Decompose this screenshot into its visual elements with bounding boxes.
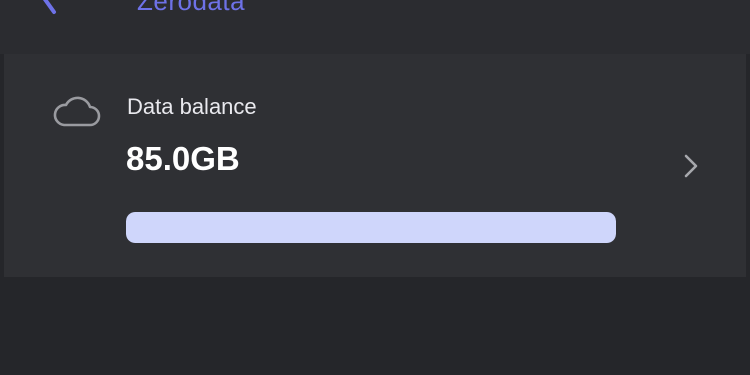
data-balance-label: Data balance bbox=[127, 94, 257, 119]
cloud-icon bbox=[53, 96, 101, 127]
data-progress-bar bbox=[126, 212, 616, 243]
chevron-left-icon bbox=[42, 0, 56, 14]
page-title: Zerodata bbox=[137, 0, 246, 16]
data-balance-card[interactable]: Data balance 85.0GB bbox=[4, 54, 746, 277]
chevron-right-icon[interactable] bbox=[678, 150, 702, 182]
data-progress-fill bbox=[126, 212, 616, 243]
back-button[interactable] bbox=[30, 0, 70, 18]
data-balance-value: 85.0GB bbox=[126, 140, 240, 177]
top-bar: Zerodata bbox=[0, 0, 750, 54]
